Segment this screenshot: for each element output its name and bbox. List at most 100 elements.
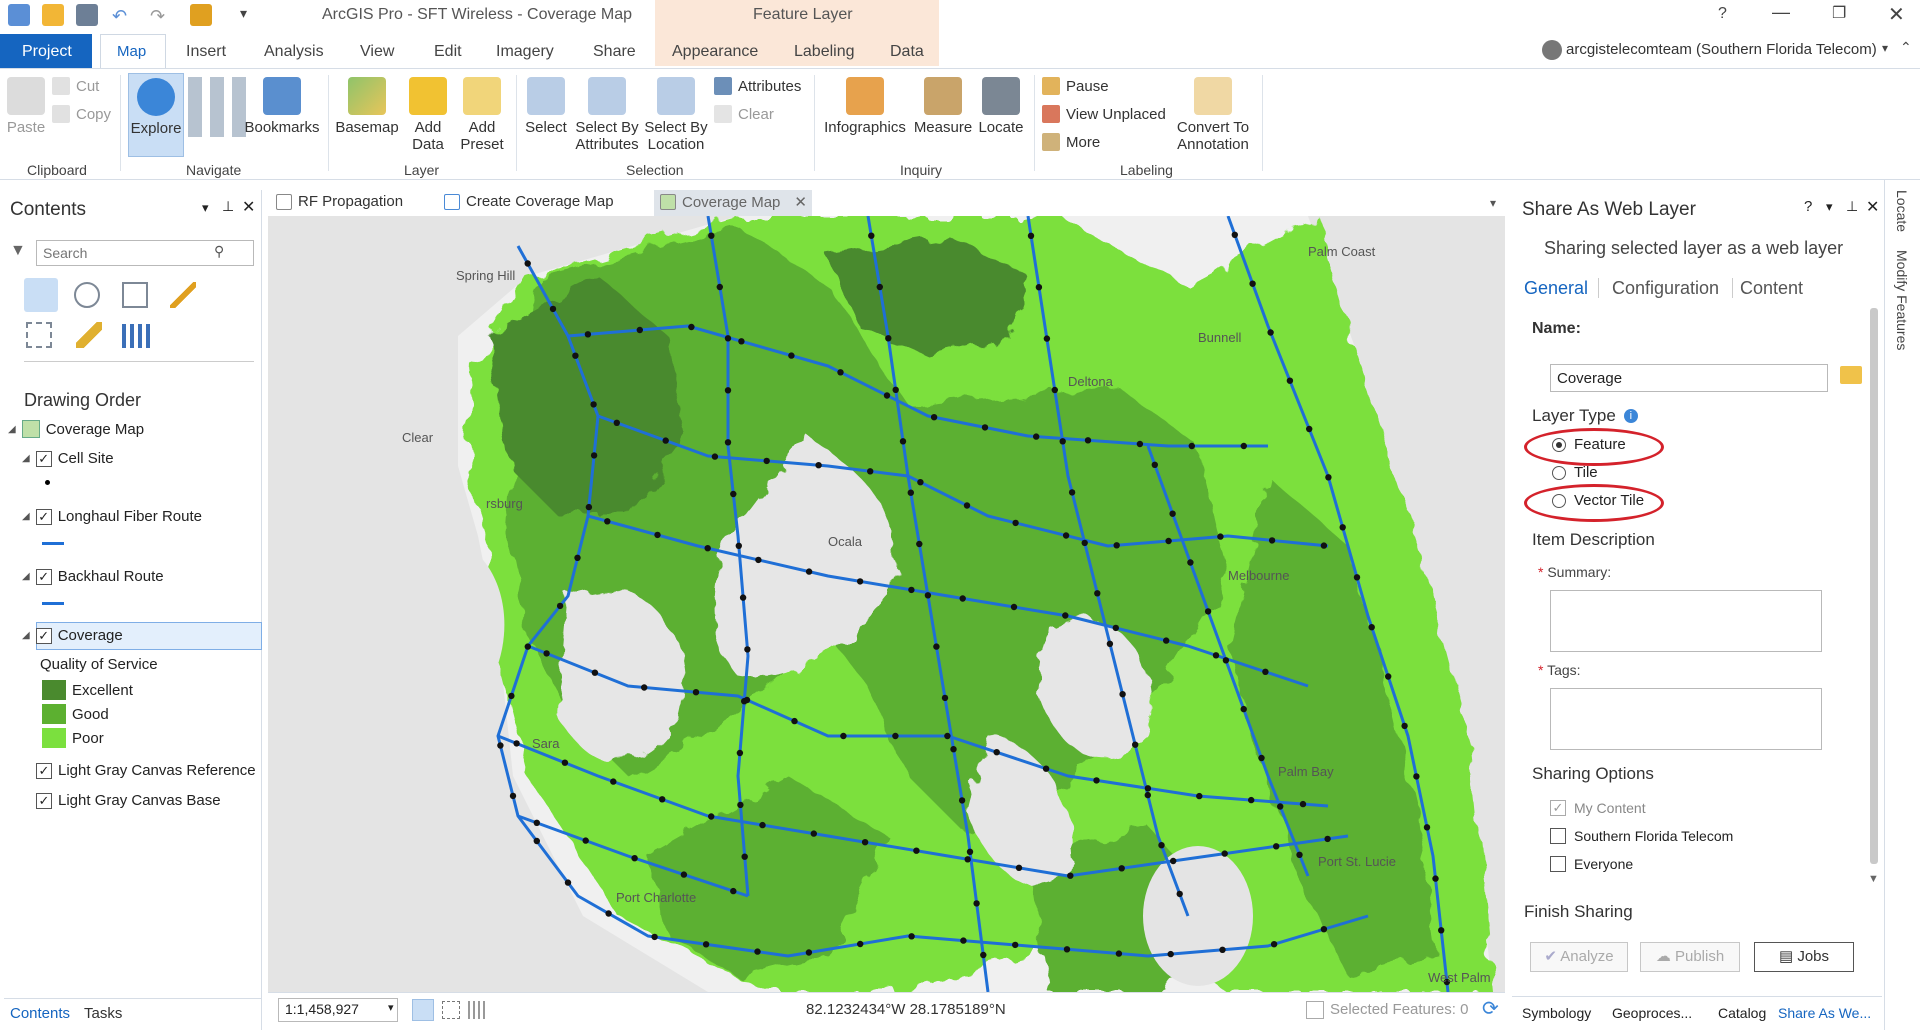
customize-icon[interactable] bbox=[190, 4, 212, 26]
tab-labeling[interactable]: Labeling bbox=[794, 43, 855, 61]
tab-imagery[interactable]: Imagery bbox=[496, 43, 554, 61]
tab-configuration[interactable]: Configuration bbox=[1612, 278, 1719, 299]
restore-icon[interactable]: ❐ bbox=[1832, 3, 1846, 23]
bookmarks-button[interactable]: Bookmarks bbox=[244, 77, 320, 136]
tab-contents[interactable]: Contents bbox=[10, 1005, 70, 1022]
layer-visibility-checkbox[interactable]: ✓ bbox=[35, 508, 52, 525]
pause-labeling-button[interactable]: Pause bbox=[1042, 77, 1109, 95]
locate-button[interactable]: Locate bbox=[976, 77, 1026, 136]
pin-icon[interactable]: ⊥ bbox=[222, 198, 234, 215]
share-organization-checkbox[interactable]: Southern Florida Telecom bbox=[1550, 828, 1733, 844]
tab-content[interactable]: Content bbox=[1740, 278, 1803, 299]
tab-tasks[interactable]: Tasks bbox=[84, 1005, 122, 1022]
pane-close-icon[interactable]: ✕ bbox=[1866, 197, 1879, 217]
account-dropdown-icon[interactable]: ▾ bbox=[1882, 41, 1888, 55]
checkbox[interactable] bbox=[1550, 856, 1566, 872]
basemap-button[interactable]: Basemap bbox=[334, 77, 400, 136]
list-by-drawing-order-icon[interactable] bbox=[24, 278, 58, 312]
doc-tab-coverage-map[interactable]: Coverage Map ✕ bbox=[660, 193, 807, 211]
side-tab-modify-features[interactable]: Modify Features bbox=[1894, 250, 1910, 350]
tree-row-gray-reference[interactable]: ✓ Light Gray Canvas Reference bbox=[36, 762, 256, 779]
collapse-icon[interactable]: ◢ bbox=[22, 453, 30, 464]
layer-visibility-checkbox[interactable]: ✓ bbox=[36, 762, 52, 779]
explore-button[interactable]: Explore bbox=[128, 73, 184, 157]
grid-icon[interactable] bbox=[468, 1001, 486, 1019]
select-by-attributes-button[interactable]: Select By Attributes bbox=[574, 77, 640, 153]
summary-textarea[interactable] bbox=[1550, 590, 1822, 652]
attributes-button[interactable]: Attributes bbox=[714, 77, 801, 95]
list-by-editing-icon[interactable] bbox=[170, 282, 196, 308]
pane-menu-icon[interactable]: ▾ bbox=[1826, 199, 1833, 215]
doc-tab-create-coverage-map[interactable]: Create Coverage Map bbox=[444, 193, 614, 210]
redo-icon[interactable]: ↷ bbox=[150, 6, 165, 27]
qat-menu-icon[interactable]: ▾ bbox=[240, 5, 247, 22]
select-button[interactable]: Select bbox=[522, 77, 570, 136]
tab-symbology[interactable]: Symbology bbox=[1522, 1005, 1591, 1021]
tab-project[interactable]: Project bbox=[0, 34, 92, 68]
tab-geoprocessing[interactable]: Geoproces... bbox=[1612, 1005, 1692, 1021]
pin-icon[interactable]: ⊥ bbox=[1846, 198, 1858, 215]
tree-row-gray-base[interactable]: ✓ Light Gray Canvas Base bbox=[36, 792, 221, 809]
map-view[interactable]: Spring Hill Clear rsburg Sara Port Charl… bbox=[268, 216, 1505, 992]
tab-overflow-icon[interactable]: ▾ bbox=[1490, 196, 1496, 210]
tab-general[interactable]: General bbox=[1524, 278, 1588, 299]
list-by-data-source-icon[interactable] bbox=[74, 282, 100, 308]
list-by-snapping-icon[interactable] bbox=[26, 322, 52, 348]
help-icon[interactable]: ? bbox=[1718, 5, 1727, 23]
view-unplaced-button[interactable]: View Unplaced bbox=[1042, 105, 1166, 123]
list-by-labeling-icon[interactable] bbox=[76, 322, 102, 348]
tab-data[interactable]: Data bbox=[890, 43, 924, 61]
checkbox[interactable] bbox=[1550, 828, 1566, 844]
minimize-icon[interactable]: — bbox=[1772, 2, 1790, 23]
tab-share[interactable]: Share bbox=[593, 43, 636, 61]
layer-visibility-checkbox[interactable]: ✓ bbox=[36, 792, 52, 809]
side-tab-locate[interactable]: Locate bbox=[1894, 190, 1910, 232]
publish-button[interactable]: ☁ Publish bbox=[1640, 942, 1740, 972]
save-project-icon[interactable] bbox=[76, 4, 98, 26]
tree-row-map[interactable]: ◢ Coverage Map bbox=[8, 420, 144, 438]
infographics-button[interactable]: Infographics bbox=[822, 77, 908, 136]
close-icon[interactable]: ✕ bbox=[1888, 2, 1905, 27]
layer-visibility-checkbox[interactable]: ✓ bbox=[35, 568, 52, 585]
tree-row-backhaul[interactable]: ◢ ✓ Backhaul Route bbox=[22, 568, 164, 585]
cut-button[interactable]: Cut bbox=[52, 77, 99, 95]
tab-map[interactable]: Map bbox=[100, 34, 166, 68]
snapping-icon[interactable] bbox=[442, 1001, 460, 1019]
tree-row-coverage[interactable]: ◢ ✓ Coverage bbox=[22, 627, 123, 644]
filter-icon[interactable]: ▼ bbox=[10, 242, 26, 260]
user-avatar[interactable] bbox=[1542, 40, 1562, 60]
search-icon[interactable]: ⚲ bbox=[214, 243, 224, 260]
tab-catalog[interactable]: Catalog bbox=[1718, 1005, 1766, 1021]
radio-button[interactable] bbox=[1552, 465, 1566, 480]
pane-close-icon[interactable]: ✕ bbox=[242, 197, 255, 217]
jobs-button[interactable]: ▤ Jobs bbox=[1754, 942, 1854, 972]
pane-menu-icon[interactable]: ▾ bbox=[202, 200, 209, 216]
convert-to-annotation-button[interactable]: Convert To Annotation bbox=[1170, 77, 1256, 153]
layer-name-input[interactable] bbox=[1550, 364, 1828, 392]
add-data-button[interactable]: Add Data bbox=[408, 77, 448, 153]
map-canvas[interactable]: Spring Hill Clear rsburg Sara Port Charl… bbox=[268, 216, 1505, 992]
folder-icon[interactable] bbox=[1840, 366, 1862, 384]
list-by-selection-icon[interactable] bbox=[122, 282, 148, 308]
select-by-location-button[interactable]: Select By Location bbox=[644, 77, 708, 153]
scroll-down-icon[interactable]: ▼ bbox=[1868, 873, 1879, 885]
measure-button[interactable]: Measure bbox=[912, 77, 974, 136]
collapse-icon[interactable]: ◢ bbox=[22, 511, 30, 522]
tab-appearance[interactable]: Appearance bbox=[672, 43, 758, 61]
tree-row-cell-site[interactable]: ◢ ✓ Cell Site bbox=[22, 450, 114, 467]
analyze-button[interactable]: ✔ Analyze bbox=[1530, 942, 1628, 972]
collapse-icon[interactable]: ◢ bbox=[22, 571, 30, 582]
tags-textarea[interactable] bbox=[1550, 688, 1822, 750]
checkbox[interactable]: ✓ bbox=[1550, 800, 1566, 816]
scrollbar[interactable] bbox=[1870, 308, 1878, 864]
tab-edit[interactable]: Edit bbox=[434, 43, 462, 61]
info-icon[interactable]: i bbox=[1623, 409, 1638, 423]
scale-dropdown-icon[interactable]: ▾ bbox=[388, 1001, 394, 1014]
open-project-icon[interactable] bbox=[42, 4, 64, 26]
layer-visibility-checkbox[interactable]: ✓ bbox=[35, 450, 52, 467]
tree-row-longhaul[interactable]: ◢ ✓ Longhaul Fiber Route bbox=[22, 508, 202, 525]
layer-type-tile-radio[interactable]: Tile bbox=[1552, 464, 1598, 481]
new-project-icon[interactable] bbox=[8, 4, 30, 26]
layer-visibility-checkbox[interactable]: ✓ bbox=[35, 627, 52, 644]
list-by-charts-icon[interactable] bbox=[122, 324, 150, 348]
